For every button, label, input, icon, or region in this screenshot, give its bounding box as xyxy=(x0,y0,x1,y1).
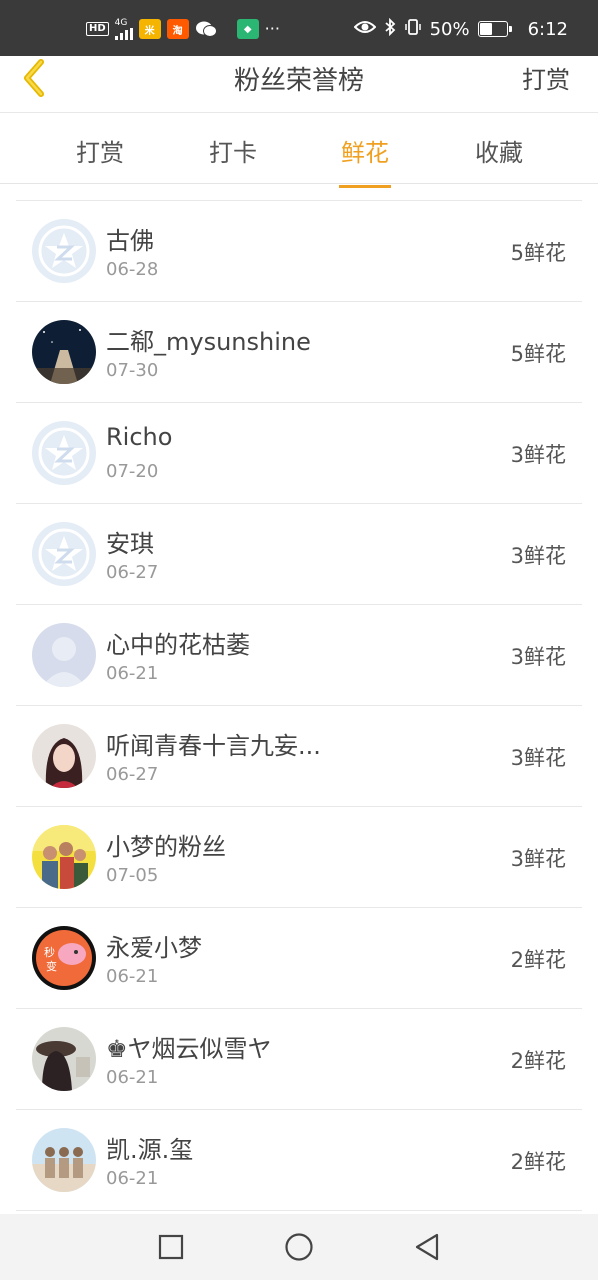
tab-indicator xyxy=(339,185,391,188)
fan-name: 安琪 xyxy=(106,530,154,558)
avatar[interactable] xyxy=(32,421,96,485)
flower-count: 5鲜花 xyxy=(510,342,566,366)
tab-label: 收藏 xyxy=(475,139,523,167)
fan-date: 07-20 xyxy=(106,461,159,482)
home-button[interactable] xyxy=(284,1232,314,1262)
wechat-icon xyxy=(195,20,217,38)
fan-list-item[interactable]: 凯.源.玺 06-21 2鲜花 xyxy=(16,1110,582,1211)
fan-name: 永爱小梦 xyxy=(106,934,202,962)
app-notification-icon: 米 xyxy=(138,19,161,39)
flower-count: 2鲜花 xyxy=(510,1049,566,1073)
fan-name: 凯.源.玺 xyxy=(106,1136,194,1164)
tab-favorites[interactable]: 收藏 xyxy=(449,133,549,168)
avatar[interactable] xyxy=(32,1128,96,1192)
game-app-icon: ◆ xyxy=(236,19,259,39)
avatar[interactable]: 秒变 xyxy=(32,926,96,990)
taobao-icon: 淘 xyxy=(166,19,189,39)
tab-label: 打卡 xyxy=(209,139,257,167)
recent-apps-button[interactable] xyxy=(156,1232,186,1262)
fan-list-item[interactable]: 二郗_mysunshine 07-30 5鲜花 xyxy=(16,302,582,403)
page-title: 粉丝荣誉榜 xyxy=(233,66,364,96)
eye-icon xyxy=(353,19,376,40)
tab-bar: 打赏 打卡 鲜花 收藏 xyxy=(0,113,598,188)
avatar[interactable] xyxy=(32,724,96,788)
flower-count: 5鲜花 xyxy=(510,241,566,265)
network-type: 4G xyxy=(114,17,128,28)
avatar[interactable] xyxy=(32,522,96,586)
flower-count: 3鲜花 xyxy=(510,443,566,467)
tab-label: 鲜花 xyxy=(341,139,389,167)
bluetooth-icon xyxy=(384,17,396,41)
fan-date: 06-21 xyxy=(106,663,159,684)
fan-date: 07-05 xyxy=(106,865,159,886)
clock: 6:12 xyxy=(527,18,568,40)
fan-date: 06-21 xyxy=(106,1168,159,1189)
tab-checkin[interactable]: 打卡 xyxy=(183,133,283,168)
battery-icon xyxy=(477,21,512,37)
square-icon xyxy=(158,1234,184,1260)
system-icons: 50% 6:12 xyxy=(353,17,568,41)
fan-list-item[interactable]: ♚ヤ烟云似雪ヤ 06-21 2鲜花 xyxy=(16,1009,582,1110)
triangle-back-icon xyxy=(415,1233,439,1261)
fan-list-item[interactable]: 心中的花枯萎 06-21 3鲜花 xyxy=(16,605,582,706)
avatar[interactable] xyxy=(32,623,96,687)
signal-4g-icon: 4G xyxy=(114,17,133,40)
svg-text:变: 变 xyxy=(46,959,57,973)
avatar[interactable] xyxy=(32,1027,96,1091)
avatar[interactable] xyxy=(32,219,96,283)
fan-date: 06-21 xyxy=(106,1067,159,1088)
fan-date: 06-27 xyxy=(106,764,159,785)
fan-name: ♚ヤ烟云似雪ヤ xyxy=(106,1035,272,1063)
flower-count: 3鲜花 xyxy=(510,847,566,871)
tab-label: 打赏 xyxy=(76,139,124,167)
flower-count: 2鲜花 xyxy=(510,948,566,972)
hd-icon: HD xyxy=(86,22,109,36)
reward-button[interactable]: 打赏 xyxy=(522,60,570,95)
fan-list-item[interactable]: 小梦的粉丝 07-05 3鲜花 xyxy=(16,807,582,908)
vibrate-icon xyxy=(404,18,422,41)
fan-list-item[interactable]: 听闻青春十言九妄... 06-27 3鲜花 xyxy=(16,706,582,807)
status-bar: HD 4G 米 淘 ◆ ··· 50% 6:12 xyxy=(0,0,598,56)
avatar[interactable] xyxy=(32,320,96,384)
fan-name: 听闻青春十言九妄... xyxy=(106,732,321,760)
flower-count: 3鲜花 xyxy=(510,746,566,770)
fan-ranking-list: 古佛 06-28 5鲜花 二郗_mysunshine 07-30 5鲜花 Richo 07-2… xyxy=(16,200,582,1211)
tab-flowers[interactable]: 鲜花 xyxy=(315,133,415,188)
svg-text:秒: 秒 xyxy=(44,945,55,959)
flower-count: 2鲜花 xyxy=(510,1150,566,1174)
tab-reward[interactable]: 打赏 xyxy=(50,133,150,168)
battery-percent: 50% xyxy=(429,18,470,40)
fan-name: 古佛 xyxy=(106,227,154,255)
fan-date: 06-28 xyxy=(106,259,159,280)
more-notifications-icon: ··· xyxy=(264,19,280,38)
fan-name: Richo xyxy=(106,423,173,451)
fan-date: 07-30 xyxy=(106,360,159,381)
flower-count: 3鲜花 xyxy=(510,645,566,669)
fan-name: 二郗_mysunshine xyxy=(106,328,311,356)
fan-list-item[interactable]: 安琪 06-27 3鲜花 xyxy=(16,504,582,605)
fan-name: 心中的花枯萎 xyxy=(106,631,250,659)
nav-bar: 粉丝荣誉榜 打赏 xyxy=(0,56,598,113)
back-nav-button[interactable] xyxy=(412,1232,442,1262)
circle-icon xyxy=(285,1233,313,1261)
fan-list-item[interactable]: Richo 07-20 3鲜花 xyxy=(16,403,582,504)
fan-date: 06-27 xyxy=(106,562,159,583)
avatar[interactable] xyxy=(32,825,96,889)
fan-list-item[interactable]: 古佛 06-28 5鲜花 xyxy=(16,201,582,302)
flower-count: 3鲜花 xyxy=(510,544,566,568)
fan-date: 06-21 xyxy=(106,966,159,987)
system-nav-bar xyxy=(0,1214,598,1280)
fan-list-item[interactable]: 秒变永爱小梦 06-21 2鲜花 xyxy=(16,908,582,1009)
notification-icons: HD 4G 米 淘 ◆ ··· xyxy=(86,18,280,40)
fan-name: 小梦的粉丝 xyxy=(106,833,226,861)
